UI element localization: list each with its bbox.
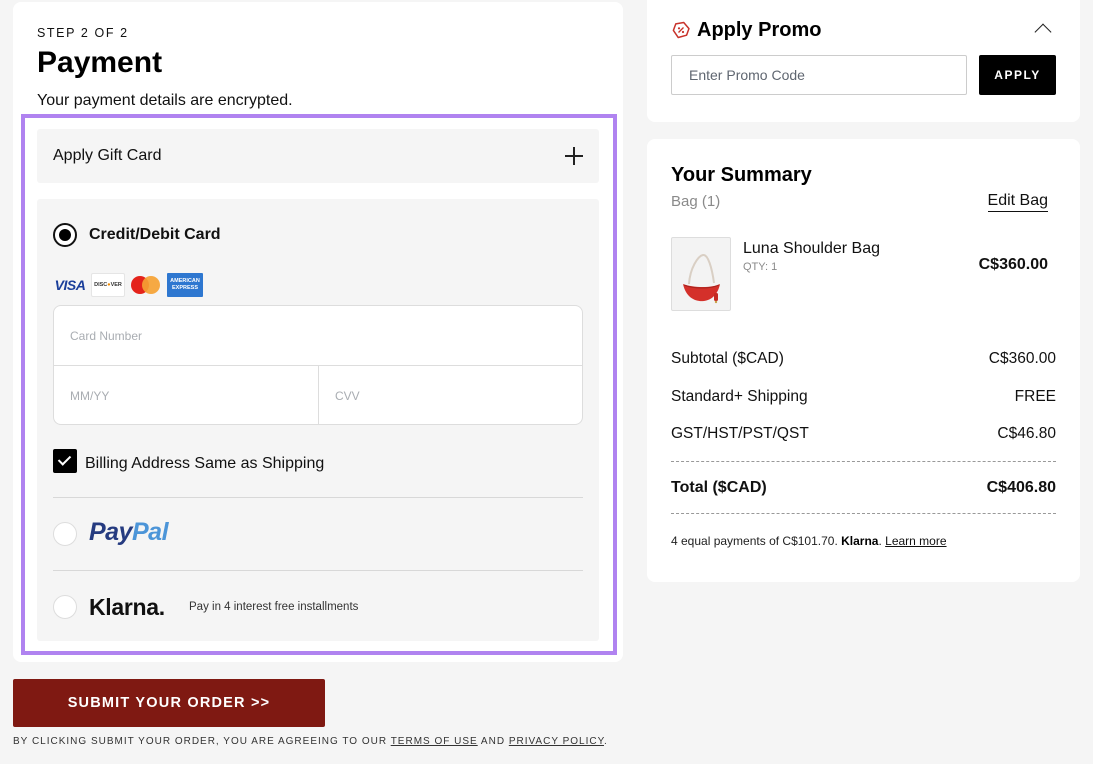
paypal-radio[interactable]	[53, 522, 77, 546]
dashed-divider	[671, 461, 1056, 462]
subtotal-label: Subtotal ($CAD)	[671, 350, 784, 367]
mastercard-icon	[129, 273, 163, 297]
card-brand-logos: VISA DISC ● VER AMERICAN EXPRESS	[53, 273, 203, 297]
payment-methods-panel: Credit/Debit Card VISA DISC ● VER AMERICAN…	[37, 199, 599, 641]
billing-same-checkbox[interactable]	[53, 449, 77, 473]
promo-title: Apply Promo	[697, 19, 822, 41]
legal-prefix: BY CLICKING SUBMIT YOUR ORDER, YOU ARE A…	[13, 736, 391, 747]
encrypted-note: Your payment details are encrypted.	[37, 92, 293, 109]
edit-bag-link[interactable]: Edit Bag	[987, 192, 1048, 212]
legal-note: BY CLICKING SUBMIT YOUR ORDER, YOU ARE A…	[13, 736, 608, 747]
chevron-up-icon[interactable]	[1034, 23, 1052, 41]
product-name: Luna Shoulder Bag	[743, 240, 880, 257]
tag-icon	[672, 21, 690, 39]
visa-icon: VISA	[54, 277, 86, 293]
total-label: Total ($CAD)	[671, 479, 767, 496]
klarna-note-text: 4 equal payments of C$101.70.	[671, 534, 842, 548]
order-summary-card: Your Summary Bag (1) Edit Bag Luna Shoul…	[647, 139, 1080, 582]
tax-label: GST/HST/PST/QST	[671, 425, 809, 442]
tax-value: C$46.80	[997, 425, 1056, 442]
klarna-brand: Klarna	[841, 534, 879, 548]
step-label: STEP 2 OF 2	[37, 26, 129, 40]
total-row: Total ($CAD) C$406.80	[671, 479, 1056, 497]
submit-order-button[interactable]: SUBMIT YOUR ORDER >>	[13, 679, 325, 727]
klarna-description: Pay in 4 interest free installments	[189, 601, 359, 613]
divider	[53, 570, 583, 571]
paypal-logo-pay: Pay	[89, 518, 132, 546]
dashed-divider	[671, 513, 1056, 514]
shipping-label: Standard+ Shipping	[671, 388, 808, 405]
legal-suffix: .	[603, 736, 608, 747]
product-price: C$360.00	[978, 256, 1048, 273]
credit-card-label[interactable]: Credit/Debit Card	[89, 226, 221, 244]
apply-promo-button[interactable]: APPLY	[979, 55, 1056, 95]
total-value: C$406.80	[986, 479, 1056, 496]
divider	[53, 497, 583, 498]
tax-row: GST/HST/PST/QST C$46.80	[671, 425, 1056, 443]
klarna-radio[interactable]	[53, 595, 77, 619]
gift-card-label: Apply Gift Card	[53, 147, 162, 164]
terms-of-use-link[interactable]: TERMS OF USE	[391, 736, 478, 747]
payment-methods-highlight: Apply Gift Card Credit/Debit Card VISA D…	[21, 114, 617, 655]
product-image	[671, 237, 731, 311]
plus-icon	[565, 147, 583, 165]
promo-card: Apply Promo APPLY	[647, 0, 1080, 122]
billing-same-label[interactable]: Billing Address Same as Shipping	[85, 455, 324, 473]
card-fields-group	[53, 305, 583, 425]
bag-count: Bag (1)	[671, 193, 721, 210]
shipping-value: FREE	[1014, 388, 1056, 405]
klarna-logo[interactable]: Klarna.	[89, 594, 165, 621]
shipping-row: Standard+ Shipping FREE	[671, 388, 1056, 406]
subtotal-value: C$360.00	[988, 350, 1056, 367]
summary-title: Your Summary	[671, 164, 812, 186]
paypal-logo[interactable]: PayPal	[89, 518, 169, 547]
expiry-input[interactable]	[54, 366, 318, 424]
amex-icon: AMERICAN EXPRESS	[167, 273, 203, 297]
paypal-logo-pal: Pal	[131, 518, 169, 546]
apply-gift-card-toggle[interactable]: Apply Gift Card	[37, 129, 599, 183]
shoulder-bag-icon	[683, 254, 720, 304]
product-qty: QTY: 1	[743, 261, 778, 273]
payment-card: STEP 2 OF 2 Payment Your payment details…	[13, 2, 623, 662]
credit-card-radio[interactable]	[53, 223, 77, 247]
klarna-installment-note: 4 equal payments of C$101.70. Klarna. Le…	[671, 534, 947, 548]
subtotal-row: Subtotal ($CAD) C$360.00	[671, 350, 1056, 368]
learn-more-link[interactable]: Learn more	[885, 534, 946, 548]
cvv-input[interactable]	[319, 366, 582, 424]
discover-icon: DISC ● VER	[91, 273, 125, 297]
card-number-input[interactable]	[54, 306, 582, 365]
legal-and: AND	[477, 736, 509, 747]
page-title: Payment	[37, 46, 163, 79]
privacy-policy-link[interactable]: PRIVACY POLICY	[509, 736, 604, 747]
promo-code-input[interactable]	[671, 55, 967, 95]
